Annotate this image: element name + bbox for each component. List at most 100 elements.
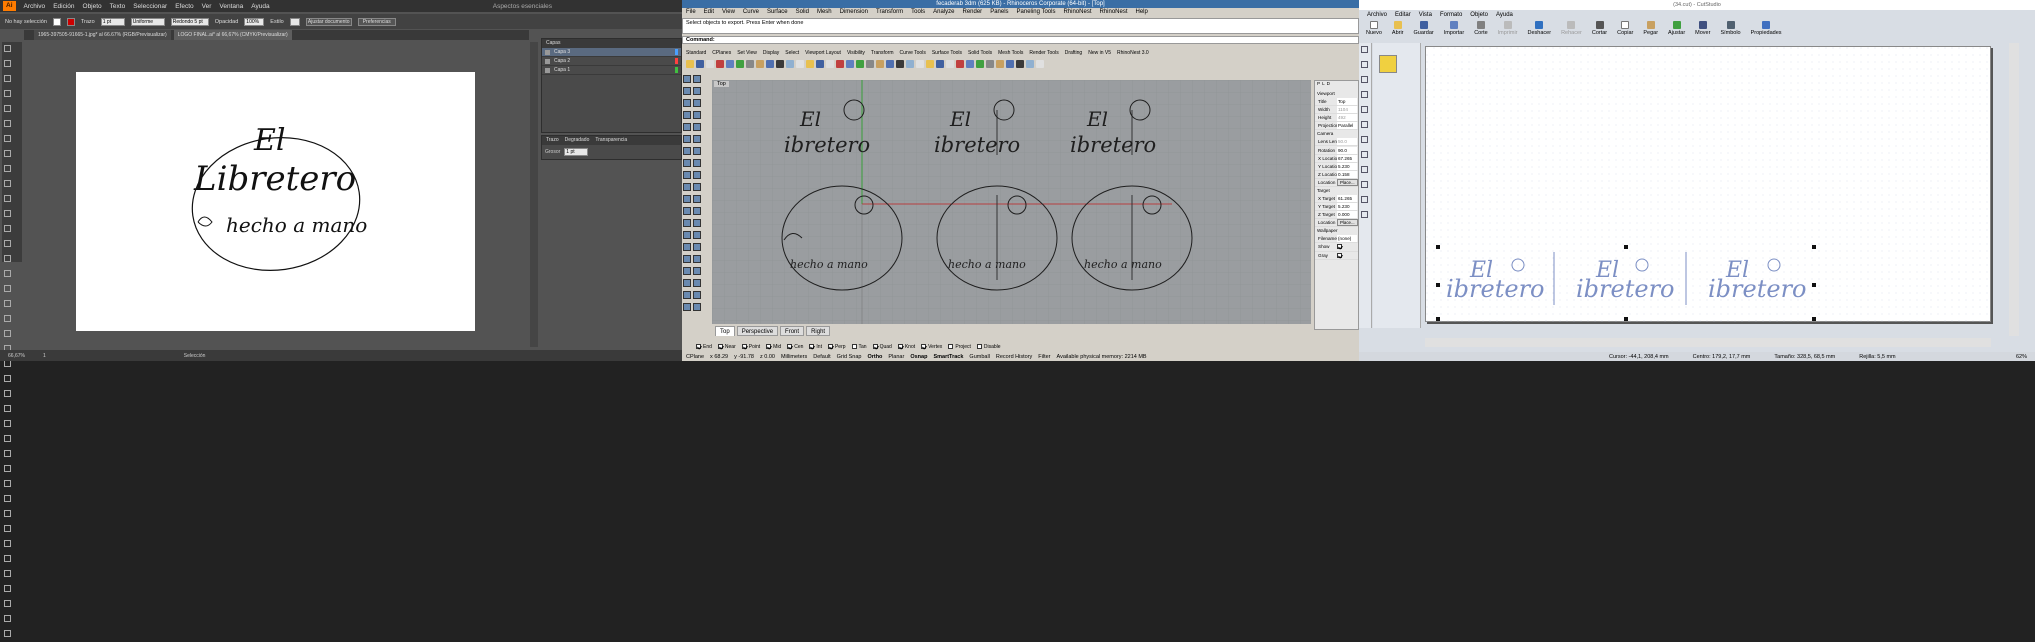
- cs-tool-icon[interactable]: [1361, 166, 1368, 173]
- stroke-weight-input[interactable]: 1 pt: [564, 148, 589, 156]
- rhino-left-tool-icon[interactable]: [693, 267, 701, 275]
- ai-tool-icon[interactable]: [4, 540, 11, 547]
- ai-tool-icon[interactable]: [4, 615, 11, 622]
- ai-tool-icon[interactable]: [4, 150, 11, 157]
- menu-objeto[interactable]: Objeto: [83, 3, 102, 10]
- cs-vertical-scrollbar[interactable]: [2009, 43, 2019, 336]
- rhino-toolbar-icon[interactable]: [1006, 60, 1014, 68]
- tab-viewport-layout[interactable]: Viewport Layout: [805, 49, 841, 57]
- tab-transform[interactable]: Transform: [871, 49, 894, 57]
- tab-trazo[interactable]: Trazo: [546, 136, 559, 145]
- workspace-switcher[interactable]: Aspectos esenciales: [493, 3, 552, 10]
- menu-transform[interactable]: Transform: [876, 8, 903, 17]
- ai-tool-icon[interactable]: [4, 165, 11, 172]
- paste-button[interactable]: Pegar: [1643, 21, 1658, 36]
- rhino-toolbar-icon[interactable]: [756, 60, 764, 68]
- rhino-toolbar-icon[interactable]: [796, 60, 804, 68]
- rhino-left-tool-icon[interactable]: [693, 231, 701, 239]
- rhino-toolbar-icon[interactable]: [1016, 60, 1024, 68]
- rhino-left-tool-icon[interactable]: [683, 279, 691, 287]
- undo-button[interactable]: Deshacer: [1528, 21, 1551, 36]
- print-button[interactable]: Imprimir: [1498, 21, 1518, 36]
- menu-ayuda[interactable]: Ayuda: [251, 3, 269, 10]
- rhino-left-tool-icon[interactable]: [693, 303, 701, 311]
- rhino-left-tool-icon[interactable]: [683, 159, 691, 167]
- filter-toggle[interactable]: Filter: [1038, 354, 1050, 360]
- rhino-left-tool-icon[interactable]: [693, 255, 701, 263]
- rhino-left-tool-icon[interactable]: [683, 243, 691, 251]
- ai-tool-icon[interactable]: [4, 330, 11, 337]
- camera-place-button[interactable]: Place...: [1337, 178, 1358, 186]
- prop-xloc-value[interactable]: 67.265: [1337, 154, 1357, 162]
- rhino-left-tool-icon[interactable]: [683, 231, 691, 239]
- menu-view[interactable]: View: [722, 8, 735, 17]
- planar-toggle[interactable]: Planar: [888, 354, 904, 360]
- rhino-toolbar-icon[interactable]: [826, 60, 834, 68]
- rhino-toolbar-icon[interactable]: [856, 60, 864, 68]
- ai-tool-icon[interactable]: [4, 375, 11, 382]
- rhino-left-tool-icon[interactable]: [683, 99, 691, 107]
- tab-surface-tools[interactable]: Surface Tools: [932, 49, 962, 57]
- redo-button[interactable]: Rehacer: [1561, 21, 1582, 36]
- artboard-number[interactable]: 1: [43, 353, 46, 359]
- cs-horizontal-scrollbar[interactable]: [1425, 338, 1991, 347]
- move-button[interactable]: Mover: [1695, 21, 1710, 36]
- rhino-toolbar-icon[interactable]: [786, 60, 794, 68]
- menu-analyze[interactable]: Analyze: [933, 8, 954, 17]
- layer-row[interactable]: Capa 1: [542, 66, 681, 75]
- menu-edit[interactable]: Edit: [704, 8, 714, 17]
- fill-swatch[interactable]: [52, 17, 61, 26]
- vp-tab-perspective[interactable]: Perspective: [736, 326, 779, 336]
- cs-tool-icon[interactable]: [1361, 196, 1368, 203]
- tab-new-in-v5[interactable]: New in V5: [1088, 49, 1111, 57]
- symbol-button[interactable]: Símbolo: [1720, 21, 1741, 36]
- rhino-left-tool-icon[interactable]: [683, 171, 691, 179]
- tab-visibility[interactable]: Visibility: [847, 49, 865, 57]
- props-tab[interactable]: P: [1317, 81, 1320, 90]
- menu-help[interactable]: Help: [1136, 8, 1148, 17]
- ai-tool-icon[interactable]: [4, 450, 11, 457]
- layer-row[interactable]: Capa 3: [542, 48, 681, 57]
- ai-tool-icon[interactable]: [4, 570, 11, 577]
- ai-tool-icon[interactable]: [4, 180, 11, 187]
- menu-edicion[interactable]: Edición: [53, 3, 74, 10]
- ai-tool-icon[interactable]: [4, 360, 11, 367]
- osnap-tan[interactable]: Tan: [851, 344, 867, 350]
- show-checkbox[interactable]: [1337, 244, 1342, 250]
- ai-tool-icon[interactable]: [4, 195, 11, 202]
- ai-tool-icon[interactable]: [4, 405, 11, 412]
- rhino-toolbar-icon[interactable]: [976, 60, 984, 68]
- menu-ventana[interactable]: Ventana: [219, 3, 243, 10]
- osnap-cen[interactable]: Cen: [787, 344, 803, 350]
- menu-ver[interactable]: Ver: [202, 3, 212, 10]
- rhino-toolbar-icon[interactable]: [816, 60, 824, 68]
- menu-file[interactable]: File: [686, 8, 696, 17]
- menu-mesh[interactable]: Mesh: [817, 8, 832, 17]
- stroke-weight-field[interactable]: 1 pt: [100, 17, 125, 26]
- rhino-left-tool-icon[interactable]: [693, 195, 701, 203]
- ai-tool-icon[interactable]: [4, 600, 11, 607]
- menu-formato[interactable]: Formato: [1440, 11, 1462, 20]
- menu-ayuda[interactable]: Ayuda: [1496, 11, 1513, 20]
- ai-tool-icon[interactable]: [4, 585, 11, 592]
- cs-tool-icon[interactable]: [1361, 76, 1368, 83]
- ortho-toggle[interactable]: Ortho: [867, 354, 882, 360]
- rhino-left-tool-icon[interactable]: [683, 207, 691, 215]
- osnap-toggle[interactable]: Osnap: [910, 354, 927, 360]
- rhino-left-tool-icon[interactable]: [693, 123, 701, 131]
- rhino-toolbar-icon[interactable]: [1036, 60, 1044, 68]
- rhino-left-tool-icon[interactable]: [693, 291, 701, 299]
- rhino-left-tool-icon[interactable]: [683, 87, 691, 95]
- eye-icon[interactable]: [545, 58, 550, 64]
- osnap-mid[interactable]: Mid: [766, 344, 781, 350]
- rhino-toolbar-icon[interactable]: [886, 60, 894, 68]
- ai-tool-icon[interactable]: [4, 255, 11, 262]
- ai-tool-icon[interactable]: [4, 300, 11, 307]
- eye-icon[interactable]: [545, 67, 550, 73]
- rhino-toolbar-icon[interactable]: [896, 60, 904, 68]
- layer-row[interactable]: Capa 2: [542, 57, 681, 66]
- rhino-left-tool-icon[interactable]: [683, 291, 691, 299]
- rhino-left-tool-icon[interactable]: [693, 243, 701, 251]
- doc-tab-logo[interactable]: LOGO FINAL.ai* al 66,67% (CMYK/Previsual…: [173, 30, 292, 40]
- rhino-toolbar-icon[interactable]: [736, 60, 744, 68]
